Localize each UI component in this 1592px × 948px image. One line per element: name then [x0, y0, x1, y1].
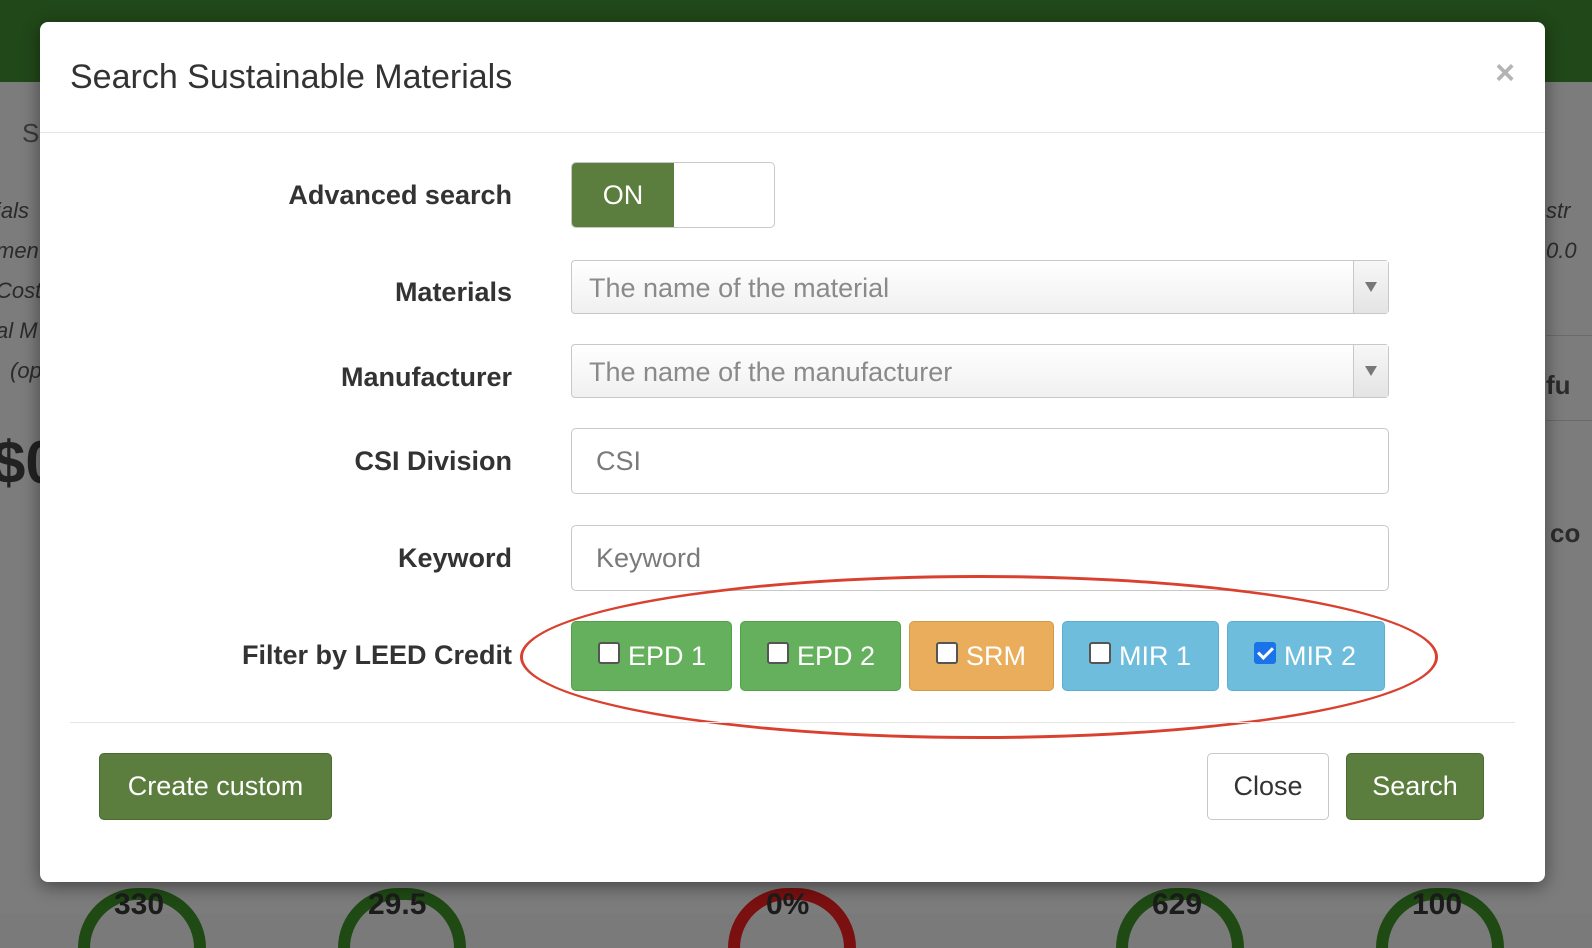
- chevron-down-icon: [1365, 366, 1377, 376]
- modal-title: Search Sustainable Materials: [70, 58, 513, 96]
- advanced-search-label: Advanced search: [288, 180, 512, 210]
- background-text: men: [0, 238, 39, 263]
- search-materials-modal: Search Sustainable Materials × Advanced …: [40, 22, 1545, 882]
- background-gauge-value: 0%: [766, 888, 810, 921]
- create-custom-button[interactable]: Create custom: [99, 753, 332, 820]
- background-gauge-value: 330: [114, 888, 165, 921]
- keyword-label: Keyword: [397, 543, 512, 573]
- leed-credit-epd-2[interactable]: EPD 2: [740, 621, 901, 691]
- checkbox[interactable]: [1089, 642, 1111, 664]
- credit-label: EPD 2: [797, 640, 876, 671]
- keyword-input[interactable]: [571, 525, 1389, 591]
- credit-label: SRM: [966, 640, 1026, 671]
- close-icon[interactable]: ×: [1495, 56, 1515, 90]
- leed-credit-srm[interactable]: SRM: [909, 621, 1054, 691]
- materials-dropdown-toggle[interactable]: [1353, 261, 1388, 313]
- checkbox-checked[interactable]: [1254, 642, 1276, 664]
- background-text: 0.0: [1546, 238, 1577, 263]
- background-heading: fu: [1546, 370, 1571, 400]
- manufacturer-select[interactable]: The name of the manufacturer: [571, 344, 1389, 398]
- background-divider: [1546, 335, 1592, 336]
- search-button[interactable]: Search: [1346, 753, 1484, 820]
- manufacturer-dropdown-toggle[interactable]: [1353, 345, 1388, 397]
- checkbox[interactable]: [936, 642, 958, 664]
- checkbox[interactable]: [598, 642, 620, 664]
- materials-label: Materials: [394, 277, 512, 307]
- materials-select[interactable]: The name of the material: [571, 260, 1389, 314]
- toggle-on-state: ON: [572, 163, 674, 227]
- chevron-down-icon: [1365, 282, 1377, 292]
- materials-placeholder: The name of the material: [589, 273, 890, 303]
- background-tab-letter: S: [22, 118, 40, 148]
- background-text: str: [1546, 198, 1571, 223]
- leed-credit-mir-1[interactable]: MIR 1: [1062, 621, 1219, 691]
- background-heading: co: [1550, 518, 1581, 548]
- credit-label: MIR 1: [1119, 640, 1192, 671]
- background-gauge-value: 629: [1152, 888, 1203, 921]
- footer-divider: [70, 722, 1515, 723]
- background-text: ials: [0, 198, 30, 223]
- background-text: Cost: [0, 278, 42, 303]
- credit-label: MIR 2: [1284, 640, 1357, 671]
- leed-credit-epd-1[interactable]: EPD 1: [571, 621, 732, 691]
- close-button[interactable]: Close: [1207, 753, 1329, 820]
- manufacturer-placeholder: The name of the manufacturer: [589, 357, 953, 387]
- background-gauge-value: 29.5: [368, 888, 427, 921]
- advanced-search-toggle[interactable]: ON: [571, 162, 775, 228]
- background-text: (op: [10, 358, 42, 383]
- leed-filter-label: Filter by LEED Credit: [241, 640, 512, 670]
- checkbox[interactable]: [767, 642, 789, 664]
- manufacturer-label: Manufacturer: [340, 362, 512, 392]
- csi-division-input[interactable]: [571, 428, 1389, 494]
- leed-credit-mir-2[interactable]: MIR 2: [1227, 621, 1385, 691]
- modal-header: Search Sustainable Materials ×: [40, 22, 1545, 133]
- background-gauge-value: 100: [1412, 888, 1463, 921]
- background-divider: [1546, 420, 1592, 421]
- credit-label: EPD 1: [628, 640, 707, 671]
- csi-division-label: CSI Division: [354, 446, 512, 476]
- background-text: al M: [0, 318, 38, 343]
